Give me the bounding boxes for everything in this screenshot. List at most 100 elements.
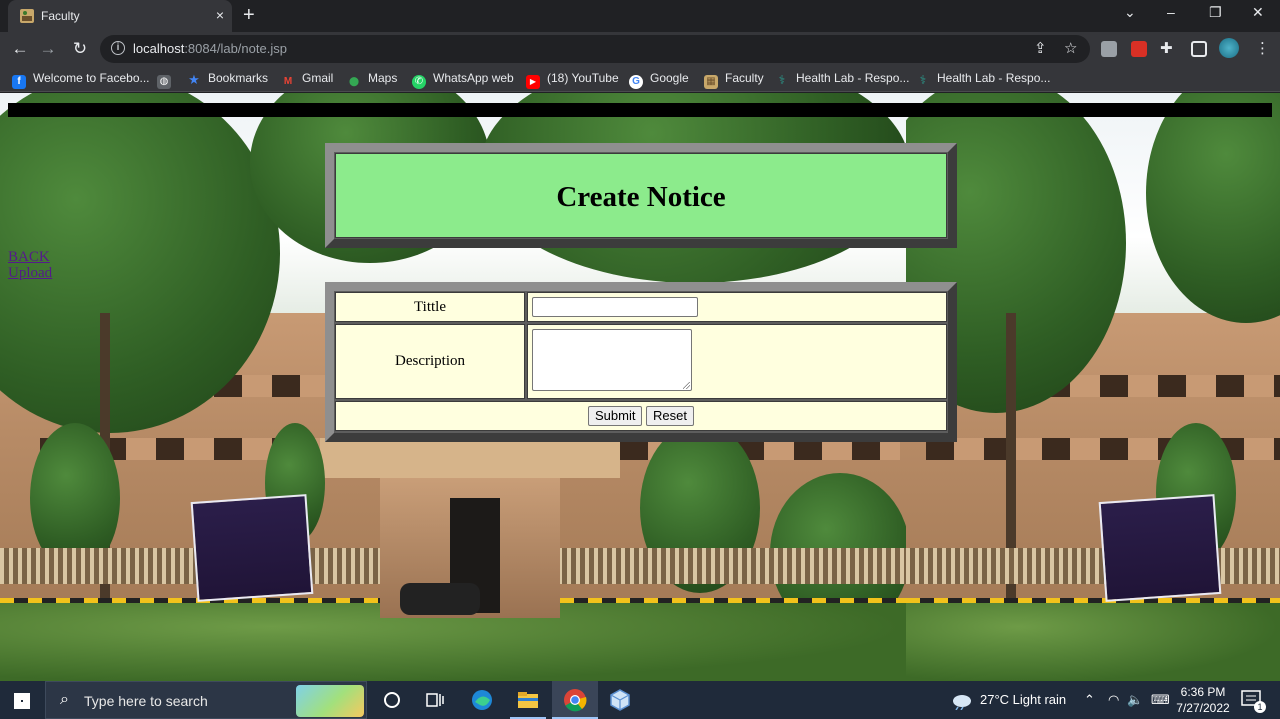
share-icon[interactable]: ⇪	[1034, 39, 1047, 57]
tab-title: Faculty	[41, 9, 80, 23]
title-label-cell: Tittle	[335, 292, 525, 322]
form-buttons-cell: Submit Reset	[335, 401, 947, 431]
back-arrow-icon[interactable]: ←	[9, 38, 31, 60]
virtualbox-icon[interactable]	[608, 688, 632, 712]
close-window-button[interactable]: ✕	[1252, 4, 1264, 21]
health-lab-icon: ⚕	[778, 73, 786, 87]
bookmark-label: Bookmarks	[208, 71, 269, 85]
browser-toolbar: ← → ↻ i localhost:8084/lab/note.jsp ⇪ ☆ …	[0, 32, 1280, 66]
file-explorer-icon[interactable]	[516, 688, 540, 712]
menu-kebab-icon[interactable]: ⋮	[1255, 39, 1270, 57]
clock-time: 6:36 PM	[1180, 685, 1226, 699]
clock[interactable]: 6:36 PM 7/27/2022	[1172, 684, 1234, 716]
bookmark-star-icon[interactable]: ☆	[1064, 39, 1077, 57]
windows-taskbar: ⌕ Type here to search 27°C Light rain ⌃ …	[0, 681, 1280, 719]
back-link[interactable]: BACK	[8, 249, 52, 265]
cortana-icon[interactable]	[380, 688, 404, 712]
health-lab-icon: ⚕	[919, 73, 927, 87]
whatsapp-icon: ✆	[412, 75, 426, 89]
forward-arrow-icon[interactable]: →	[37, 38, 59, 60]
star-icon: ★	[188, 72, 200, 87]
chrome-icon[interactable]	[563, 688, 587, 712]
reload-icon[interactable]: ↻	[69, 38, 91, 60]
bookmark-label: WhatsApp web	[433, 71, 514, 85]
site-info-icon[interactable]: i	[111, 41, 125, 55]
browser-tab[interactable]: Faculty ×	[8, 0, 232, 32]
bookmark-health-lab[interactable]: ⚕ Health Lab - Respo...	[775, 71, 910, 87]
page-viewport: BACK Upload Create Notice Tittle Descrip…	[0, 93, 1280, 681]
description-label: Description	[395, 353, 465, 369]
network-icon[interactable]: ◠	[1108, 692, 1119, 708]
upload-link[interactable]: Upload	[8, 265, 52, 281]
volume-icon[interactable]: 🔈	[1127, 692, 1143, 708]
search-highlight-image	[296, 685, 364, 717]
bookmark-label: Gmail	[302, 71, 334, 85]
taskbar-search-box[interactable]: ⌕ Type here to search	[45, 681, 367, 719]
youtube-icon: ▶	[526, 75, 540, 89]
description-label-cell: Description	[335, 324, 525, 399]
url-path: :8084/lab/note.jsp	[184, 41, 287, 56]
notice-form: Tittle Description Submit Reset	[325, 282, 957, 442]
address-bar[interactable]: i localhost:8084/lab/note.jsp ⇪ ☆	[100, 35, 1090, 63]
nav-links: BACK Upload	[8, 249, 52, 281]
extension-cast-icon[interactable]	[1101, 41, 1117, 57]
bookmark-whatsapp[interactable]: ✆ WhatsApp web	[412, 71, 514, 89]
globe-icon: ◍	[157, 75, 171, 89]
google-icon: G	[629, 75, 643, 89]
search-icon: ⌕	[60, 691, 69, 708]
profile-avatar[interactable]	[1219, 38, 1239, 58]
search-placeholder: Type here to search	[84, 693, 208, 709]
tray-chevron-up-icon[interactable]: ⌃	[1084, 692, 1095, 708]
bookmark-label: Health Lab - Respo...	[796, 71, 910, 85]
restore-button[interactable]: ❐	[1209, 4, 1222, 21]
bookmark-globe[interactable]: ◍	[157, 71, 178, 89]
reset-button[interactable]: Reset	[646, 406, 694, 426]
bookmark-youtube[interactable]: ▶ (18) YouTube	[526, 71, 619, 89]
windows-start-icon[interactable]	[14, 693, 30, 709]
bookmark-bookmarks[interactable]: ★ Bookmarks	[187, 71, 268, 87]
tab-close-icon[interactable]: ×	[216, 7, 224, 23]
edge-icon[interactable]	[470, 688, 494, 712]
browser-tab-strip: Faculty × + ⌄ – ❐ ✕	[0, 0, 1280, 32]
bookmark-label: Health Lab - Respo...	[937, 71, 1051, 85]
title-cell: Create Notice	[335, 153, 947, 238]
description-input-cell	[527, 324, 947, 399]
new-tab-button[interactable]: +	[243, 4, 255, 27]
bookmark-facebook[interactable]: f Welcome to Facebo...	[12, 71, 150, 89]
bookmark-label: (18) YouTube	[547, 71, 619, 85]
bookmark-label: Faculty	[725, 71, 764, 85]
title-input-cell	[527, 292, 947, 322]
clock-date: 7/27/2022	[1176, 701, 1230, 715]
extension-pocket-icon[interactable]	[1131, 41, 1147, 57]
facebook-icon: f	[12, 75, 26, 89]
maps-icon: ⬤	[348, 76, 360, 86]
side-panel-icon[interactable]	[1191, 41, 1207, 57]
weather-text[interactable]: 27°C Light rain	[980, 692, 1066, 707]
title-input[interactable]	[532, 297, 698, 317]
bookmark-gmail[interactable]: M Gmail	[281, 71, 334, 87]
bookmarks-bar: f Welcome to Facebo... ◍ ★ Bookmarks M Gmai…	[0, 66, 1280, 92]
extensions-puzzle-icon[interactable]: ✚	[1160, 39, 1173, 57]
task-view-icon[interactable]	[423, 688, 447, 712]
gmail-icon: M	[283, 76, 293, 87]
keyboard-language-icon[interactable]: ⌨	[1151, 692, 1170, 708]
bookmark-faculty[interactable]: ▦ Faculty	[704, 71, 764, 89]
bookmark-maps[interactable]: ⬤ Maps	[347, 71, 397, 87]
bookmark-label: Maps	[368, 71, 398, 85]
title-label: Tittle	[414, 299, 446, 315]
minimize-button[interactable]: –	[1167, 4, 1175, 20]
bookmark-google[interactable]: G Google	[629, 71, 689, 89]
description-textarea[interactable]	[532, 329, 692, 391]
tab-search-chevron-icon[interactable]: ⌄	[1124, 4, 1136, 21]
faculty-favicon-icon	[20, 9, 34, 23]
bookmark-health-lab-2[interactable]: ⚕ Health Lab - Respo...	[916, 71, 1051, 87]
title-box: Create Notice	[325, 143, 957, 248]
top-black-bar	[8, 103, 1272, 117]
url-host: localhost	[133, 41, 185, 56]
submit-button[interactable]: Submit	[588, 406, 643, 426]
faculty-icon: ▦	[704, 75, 718, 89]
bookmark-label: Google	[650, 71, 689, 85]
campus-background-image-tile	[906, 93, 1280, 681]
url-text: localhost:8084/lab/note.jsp	[133, 41, 287, 56]
weather-icon[interactable]	[950, 690, 972, 713]
